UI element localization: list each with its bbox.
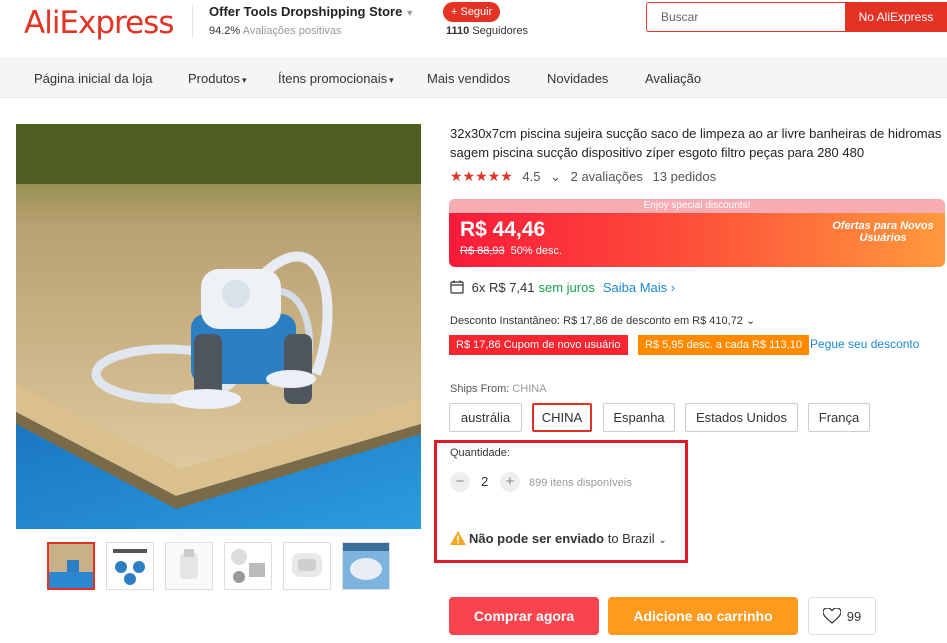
ship-option[interactable]: Espanha: [603, 403, 675, 432]
nav-best-sellers[interactable]: Mais vendidos: [427, 71, 510, 86]
warning-icon: [450, 531, 466, 545]
old-price: R$ 88,93: [460, 245, 505, 257]
new-user-offer-label: Ofertas para Novos Usuários: [832, 220, 934, 244]
top-bar: AliExpress Offer Tools Dropshipping Stor…: [0, 0, 947, 58]
nav-promo-items[interactable]: Ítens promocionais ▾: [278, 71, 394, 86]
ship-option[interactable]: Estados Unidos: [685, 403, 798, 432]
heart-icon: [822, 607, 847, 624]
quantity-value[interactable]: 2: [481, 474, 488, 489]
old-price-row: R$ 88,93 50% desc.: [460, 245, 562, 257]
ships-from-value: CHINA: [512, 383, 547, 395]
nav-promo-items-label[interactable]: Ítens promocionais: [278, 71, 387, 86]
instant-discount[interactable]: Desconto Instantâneo: R$ 17,86 de descon…: [450, 314, 755, 327]
store-nav: Página inicial da loja Produtos ▾ Ítens p…: [0, 58, 947, 98]
wishlist-button[interactable]: 99: [808, 597, 876, 635]
thumbnail[interactable]: [47, 542, 95, 590]
followers: 1110 Seguidores: [446, 25, 528, 37]
store-rating-text: Avaliações positivas: [242, 25, 342, 37]
nav-new-arrivals[interactable]: Novidades: [547, 71, 608, 86]
thumbnail[interactable]: [106, 542, 154, 590]
discount-percent: 50% desc.: [510, 245, 563, 257]
chevron-down-icon: ⌄: [658, 535, 667, 546]
nav-store-home[interactable]: Página inicial da loja: [34, 71, 153, 86]
add-to-cart-button[interactable]: Adicione ao carrinho: [608, 597, 798, 635]
nav-new-arrivals-label[interactable]: Novidades: [547, 71, 608, 86]
followers-count: 1110: [446, 25, 470, 37]
nav-reviews-label[interactable]: Avaliação: [645, 71, 701, 86]
thumbnail[interactable]: [224, 542, 272, 590]
quantity-increase-button[interactable]: +: [500, 472, 520, 492]
price-banner-top: Enjoy special discounts!: [449, 199, 945, 213]
nav-reviews[interactable]: Avaliação: [645, 71, 701, 86]
main-product-image[interactable]: [16, 124, 421, 529]
quantity-decrease-button[interactable]: −: [450, 472, 470, 492]
calendar-icon: [450, 280, 472, 295]
ships-from-title: Ships From:: [450, 383, 510, 395]
price-banner: Enjoy special discounts! R$ 44,46 R$ 88,…: [449, 199, 945, 267]
thumbnail[interactable]: [283, 542, 331, 590]
thumbnail[interactable]: [342, 542, 390, 590]
nav-best-sellers-label[interactable]: Mais vendidos: [427, 71, 510, 86]
shipping-warning-destination[interactable]: to Brazil: [608, 531, 655, 546]
search-input[interactable]: Buscar: [646, 2, 846, 32]
header-divider: [192, 4, 193, 38]
installments-interest: sem juros: [538, 280, 595, 295]
search-aliexpress-button[interactable]: No AliExpress: [845, 2, 947, 32]
learn-more-link[interactable]: Saiba Mais ›: [603, 280, 675, 295]
installments-row: 6x R$ 7,41 sem juros Saiba Mais ›: [450, 280, 675, 295]
get-discount-link[interactable]: Pegue seu desconto: [810, 337, 919, 351]
orders-count: 13 pedidos: [652, 169, 717, 184]
instant-discount-text[interactable]: Desconto Instantâneo: R$ 17,86 de descon…: [450, 315, 743, 327]
rating-value[interactable]: 4.5 ⌄: [522, 169, 561, 184]
followers-text: Seguidores: [472, 25, 528, 37]
rating-row: ★★★★★ 4.5 ⌄ 2 avaliações 13 pedidos: [450, 168, 722, 186]
ship-option-selected[interactable]: CHINA: [532, 403, 592, 432]
thumbnail[interactable]: [165, 542, 213, 590]
product-title-line2: sagem piscina sucção dispositivo zíper e…: [450, 145, 865, 160]
shipping-warning[interactable]: Não pode ser enviado to Brazil ⌄: [450, 531, 667, 546]
product-title: 32x30x7cm piscina sujeira sucção saco de…: [450, 124, 947, 162]
installments-value: 6x R$ 7,41: [471, 280, 535, 295]
available-stock: 899 itens disponíveis: [529, 477, 632, 489]
caret-down-icon[interactable]: ▼: [405, 8, 414, 18]
reviews-count[interactable]: 2 avaliações: [571, 169, 643, 184]
nav-products-label[interactable]: Produtos: [188, 71, 240, 86]
current-price: R$ 44,46: [460, 218, 546, 241]
wishlist-count: 99: [846, 609, 862, 624]
store-rating-value: 94.2%: [209, 25, 241, 37]
ship-option[interactable]: austrália: [449, 403, 522, 432]
product-title-line1: 32x30x7cm piscina sujeira sucção saco de…: [450, 126, 942, 141]
store-coupon[interactable]: R$ 5,95 desc. a cada R$ 113,10: [638, 335, 809, 355]
aliexpress-logo[interactable]: AliExpress: [24, 5, 174, 41]
ships-from-label: Ships From: CHINA: [450, 383, 547, 395]
learn-more-label[interactable]: Saiba Mais: [603, 280, 667, 295]
quantity-label: Quantidade:: [450, 447, 510, 459]
store-name-label[interactable]: Offer Tools Dropshipping Store: [209, 4, 402, 19]
nav-products[interactable]: Produtos ▾: [188, 71, 247, 86]
chevron-down-icon: ▾: [389, 75, 394, 85]
shipping-warning-bold: Não pode ser enviado: [469, 531, 605, 546]
store-rating: 94.2% Avaliações positivas: [209, 25, 342, 37]
new-user-coupon[interactable]: R$ 17,86 Cupom de novo usuário: [449, 335, 628, 355]
store-name[interactable]: Offer Tools Dropshipping Store ▼: [209, 4, 414, 19]
star-rating-icon: ★★★★★: [450, 168, 513, 184]
chevron-down-icon: ▾: [242, 75, 247, 85]
rating-value-number[interactable]: 4.5: [522, 169, 540, 184]
nav-store-home-label[interactable]: Página inicial da loja: [34, 71, 153, 86]
follow-button[interactable]: + Seguir: [443, 2, 501, 22]
ship-option[interactable]: França: [808, 403, 870, 432]
buy-now-button[interactable]: Comprar agora: [449, 597, 599, 635]
